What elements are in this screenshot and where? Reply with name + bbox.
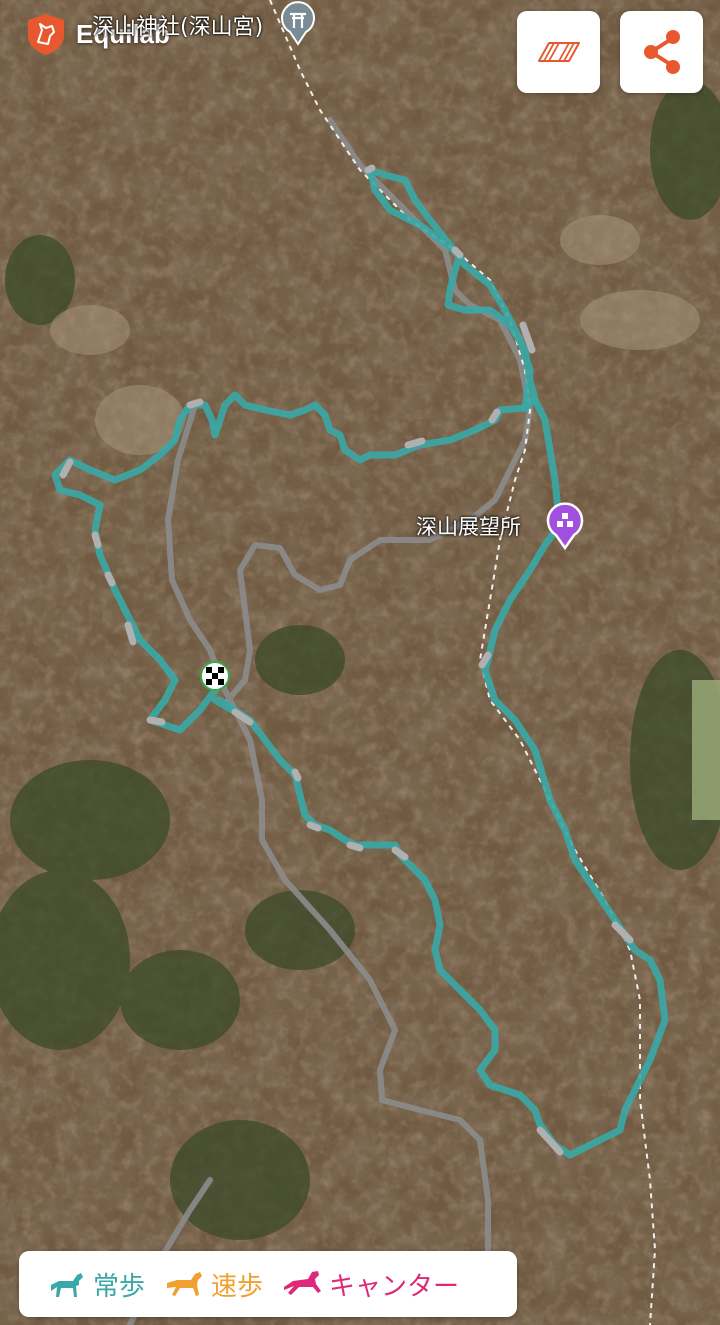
checkered-flag-icon bbox=[206, 667, 224, 685]
legend-item-walk: 常歩 bbox=[45, 1266, 145, 1303]
map-layers-button[interactable] bbox=[517, 11, 600, 93]
meadow bbox=[692, 680, 720, 820]
horse-trot-icon bbox=[167, 1272, 203, 1296]
share-icon bbox=[643, 30, 680, 74]
viewpoint-label: 深山展望所 bbox=[416, 515, 521, 539]
equilab-logo-icon bbox=[28, 14, 64, 55]
legend-item-trot: 速歩 bbox=[163, 1266, 263, 1303]
legend-item-canter: キャンター bbox=[281, 1266, 459, 1303]
gait-legend: 常歩 速歩 キャンター bbox=[19, 1251, 517, 1317]
share-button[interactable] bbox=[620, 11, 703, 93]
legend-label-canter: キャンター bbox=[329, 1271, 460, 1302]
satellite-map[interactable] bbox=[0, 0, 720, 1325]
map-layers-icon bbox=[537, 42, 580, 62]
horse-walk-icon bbox=[51, 1273, 83, 1297]
legend-label-walk: 常歩 bbox=[93, 1271, 146, 1302]
start-finish-marker[interactable] bbox=[200, 661, 230, 691]
shrine-label: 深山神社(深山宮) bbox=[92, 15, 264, 40]
horse-canter-icon bbox=[284, 1271, 322, 1295]
legend-label-trot: 速歩 bbox=[211, 1271, 264, 1302]
